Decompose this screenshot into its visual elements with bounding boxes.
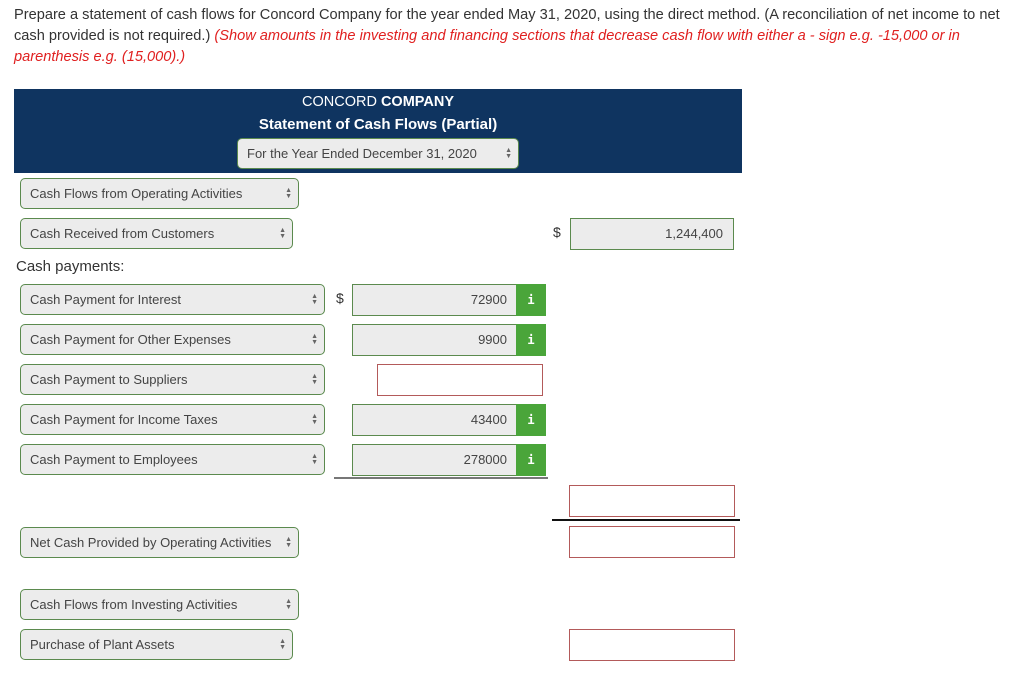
- select-arrows-icon: ▲ ▼: [285, 535, 292, 549]
- select-arrows-icon: ▲ ▼: [285, 597, 292, 611]
- payment-suppliers-amount[interactable]: [377, 364, 543, 396]
- payment-income-taxes-value: Cash Payment for Income Taxes: [30, 412, 218, 427]
- info-icon[interactable]: i: [516, 284, 546, 316]
- net-operating-value: Net Cash Provided by Operating Activitie…: [30, 535, 272, 550]
- payment-income-taxes-amount[interactable]: 43400: [352, 404, 518, 436]
- period-select-value: For the Year Ended December 31, 2020: [247, 146, 477, 161]
- select-arrows-icon: ▲ ▼: [311, 332, 318, 346]
- statement-title: Statement of Cash Flows (Partial): [258, 116, 498, 133]
- payment-suppliers-select[interactable]: Cash Payment to Suppliers ▲ ▼: [20, 364, 325, 395]
- purchase-plant-amount[interactable]: [569, 629, 735, 661]
- select-arrows-icon: ▲ ▼: [279, 637, 286, 651]
- select-arrows-icon: ▲ ▼: [311, 412, 318, 426]
- info-icon[interactable]: i: [516, 324, 546, 356]
- received-customers-select[interactable]: Cash Received from Customers ▲ ▼: [20, 218, 293, 249]
- payment-income-taxes-select[interactable]: Cash Payment for Income Taxes ▲ ▼: [20, 404, 325, 435]
- company-name-bold: COMPANY: [380, 94, 454, 110]
- payment-other-expenses-value: Cash Payment for Other Expenses: [30, 332, 231, 347]
- payment-suppliers-value: Cash Payment to Suppliers: [30, 372, 188, 387]
- select-arrows-icon: ▲ ▼: [285, 186, 292, 200]
- payment-employees-select[interactable]: Cash Payment to Employees ▲ ▼: [20, 444, 325, 475]
- info-icon[interactable]: i: [516, 444, 546, 476]
- select-arrows-icon: ▲ ▼: [311, 372, 318, 386]
- purchase-plant-value: Purchase of Plant Assets: [30, 637, 175, 652]
- investing-heading-select[interactable]: Cash Flows from Investing Activities ▲ ▼: [20, 589, 299, 620]
- select-arrows-icon: ▲ ▼: [279, 226, 286, 240]
- subtotal-rule: [334, 477, 548, 479]
- company-name-regular: CONCORD: [302, 94, 381, 110]
- net-operating-amount[interactable]: [569, 526, 735, 558]
- payment-interest-select[interactable]: Cash Payment for Interest ▲ ▼: [20, 284, 325, 315]
- payment-other-expenses-amount[interactable]: 9900: [352, 324, 518, 356]
- select-arrows-icon: ▲ ▼: [311, 292, 318, 306]
- info-icon[interactable]: i: [516, 404, 546, 436]
- select-arrows-icon: ▲ ▼: [505, 146, 512, 160]
- currency-symbol: $: [336, 290, 344, 306]
- payment-employees-amount[interactable]: 278000: [352, 444, 518, 476]
- instructions: Prepare a statement of cash flows for Co…: [14, 5, 1014, 68]
- company-name: CONCORD COMPANY: [14, 93, 742, 111]
- net-operating-select[interactable]: Net Cash Provided by Operating Activitie…: [20, 527, 299, 558]
- operating-heading-select[interactable]: Cash Flows from Operating Activities ▲ ▼: [20, 178, 299, 209]
- operating-heading-value: Cash Flows from Operating Activities: [30, 186, 243, 201]
- currency-symbol: $: [553, 224, 561, 240]
- cash-payments-label: Cash payments:: [16, 258, 125, 275]
- received-customers-value: Cash Received from Customers: [30, 226, 215, 241]
- period-select[interactable]: For the Year Ended December 31, 2020 ▲ ▼: [237, 138, 519, 169]
- total-payments-amount[interactable]: [569, 485, 735, 517]
- received-customers-amount[interactable]: 1,244,400: [570, 218, 734, 250]
- payment-interest-amount[interactable]: 72900: [352, 284, 518, 316]
- select-arrows-icon: ▲ ▼: [311, 452, 318, 466]
- payment-interest-value: Cash Payment for Interest: [30, 292, 182, 307]
- purchase-plant-select[interactable]: Purchase of Plant Assets ▲ ▼: [20, 629, 293, 660]
- investing-heading-value: Cash Flows from Investing Activities: [30, 597, 238, 612]
- payment-employees-value: Cash Payment to Employees: [30, 452, 198, 467]
- total-rule: [552, 519, 740, 521]
- payment-other-expenses-select[interactable]: Cash Payment for Other Expenses ▲ ▼: [20, 324, 325, 355]
